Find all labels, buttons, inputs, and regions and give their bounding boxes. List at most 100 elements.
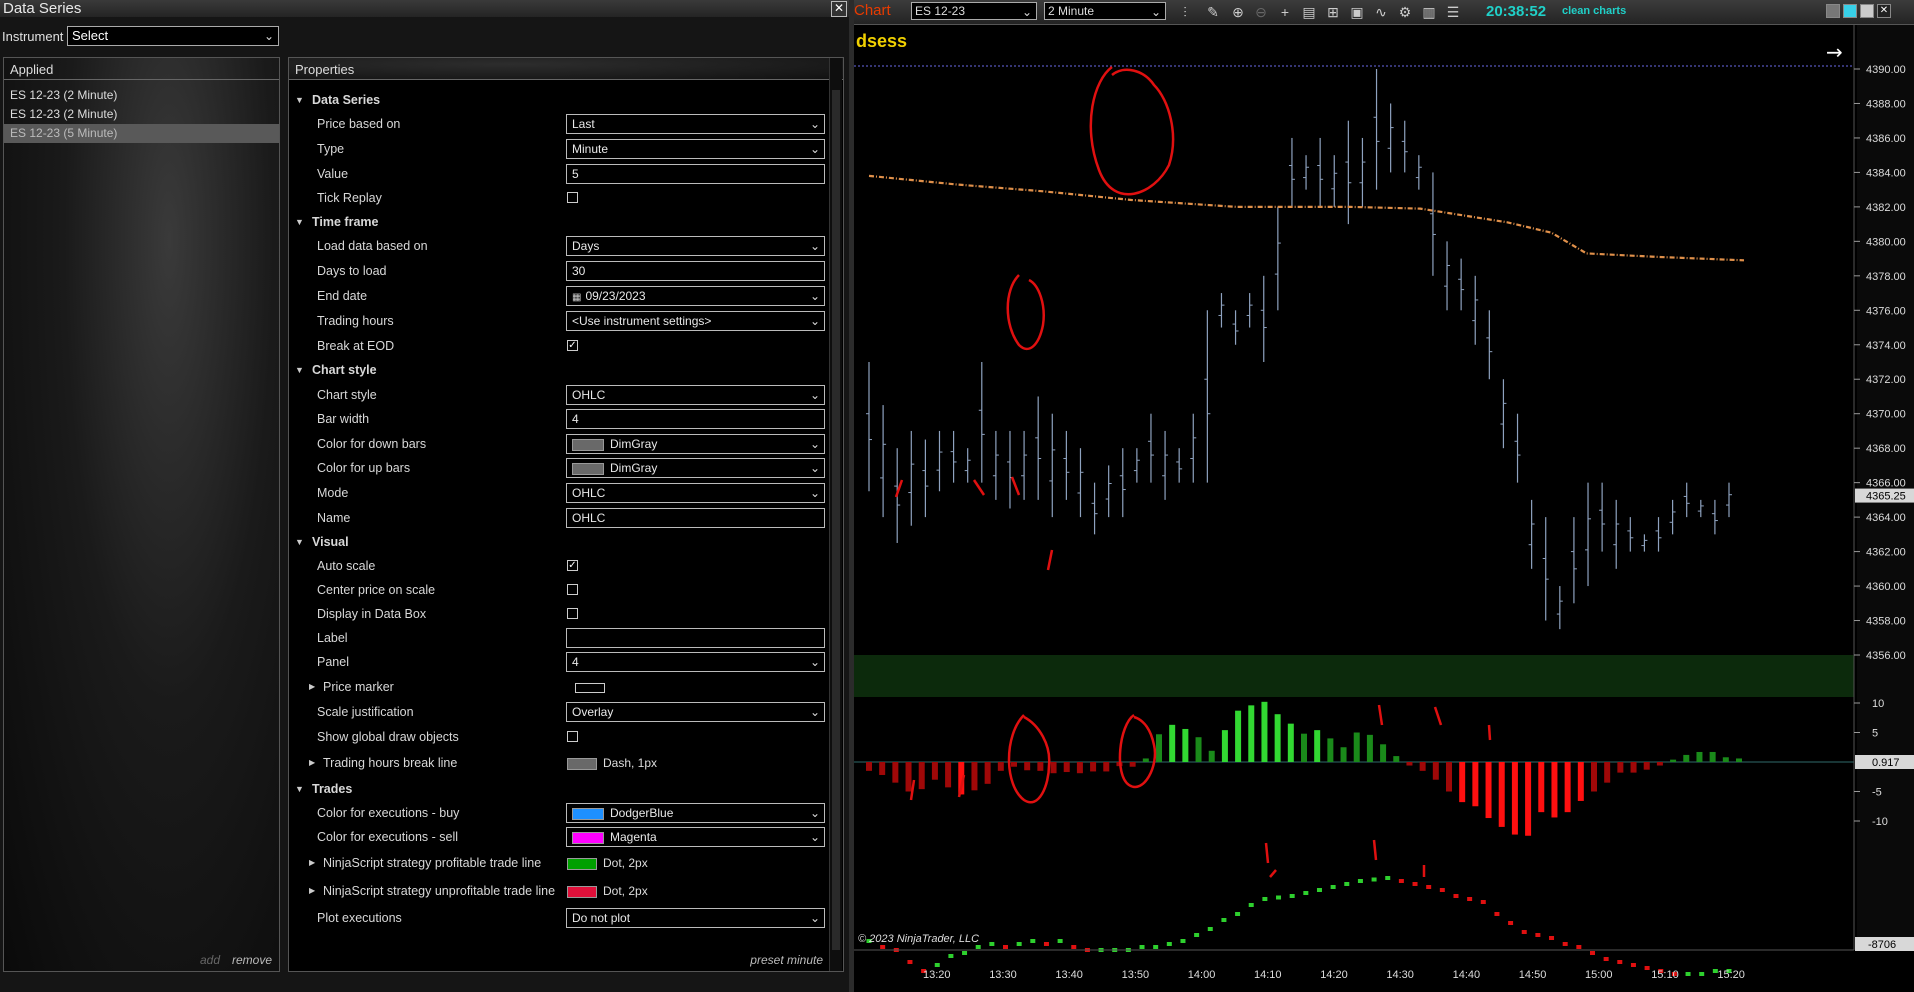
scale-justification-select[interactable]: Overlay ⌄	[566, 702, 825, 722]
load-data-select[interactable]: Days ⌄	[566, 236, 825, 256]
oscillator-bar	[1156, 734, 1162, 762]
crosshair-icon[interactable]: +	[1276, 3, 1294, 21]
delta-bar	[962, 951, 968, 955]
global-draw-checkbox[interactable]	[567, 731, 578, 742]
down-bars-color-select[interactable]: DimGray ⌄	[566, 434, 825, 454]
applied-item[interactable]: ES 12-23 (2 Minute)	[4, 86, 279, 105]
data-box-icon[interactable]: ▣	[1348, 3, 1366, 21]
bars-type-icon[interactable]: ⫶	[1176, 3, 1194, 21]
delta-bar	[1412, 882, 1418, 886]
applied-item[interactable]: ES 12-23 (2 Minute)	[4, 105, 279, 124]
auto-scale-checkbox[interactable]: ✓	[567, 560, 578, 571]
label-input[interactable]	[566, 628, 825, 648]
expand-icon[interactable]: ▶	[309, 886, 315, 895]
prop-label: Color for executions - sell	[317, 830, 459, 844]
mode-select[interactable]: OHLC ⌄	[566, 483, 825, 503]
prop-exec-sell-color: Color for executions - sell Magenta ⌄	[289, 826, 831, 848]
expand-icon[interactable]: ▶	[309, 858, 315, 867]
zoom-out-icon[interactable]: ⊖	[1252, 3, 1270, 21]
pencil-icon[interactable]: ✎	[1204, 3, 1222, 21]
applied-item-selected[interactable]: ES 12-23 (5 Minute)	[4, 124, 279, 143]
prop-label: Name	[317, 511, 351, 525]
price-tick-label: 4388.00	[1866, 98, 1906, 110]
oscillator-bar	[1564, 762, 1571, 813]
color-swatch	[572, 438, 604, 451]
name-input[interactable]: OHLC	[566, 508, 825, 528]
remove-button[interactable]: remove	[232, 953, 272, 967]
expand-icon[interactable]: ▶	[309, 758, 315, 767]
properties-icon[interactable]: ▤	[1300, 3, 1318, 21]
minimize-icon[interactable]	[1826, 4, 1840, 18]
category-data-series[interactable]: ▼ Data Series	[289, 89, 831, 111]
interval-value: 2 Minute	[1048, 4, 1095, 18]
category-time-frame[interactable]: ▼ Time frame	[289, 211, 831, 233]
up-bars-color-select[interactable]: DimGray ⌄	[566, 458, 825, 478]
oscillator-bar	[1182, 728, 1189, 762]
category-trades[interactable]: ▼ Trades	[289, 778, 831, 800]
value-input[interactable]: 5	[566, 164, 825, 184]
prop-days-to-load: Days to load 30	[289, 260, 831, 282]
prop-trading-hours-break-line: ▶ Trading hours break line Dash, 1px	[289, 752, 831, 774]
arrow-right-icon: →	[1826, 40, 1843, 64]
preset-button[interactable]: preset minute	[750, 953, 823, 967]
exec-sell-color-select[interactable]: Magenta ⌄	[566, 827, 825, 847]
close-icon[interactable]: ✕	[1877, 4, 1891, 18]
chart-style-select[interactable]: OHLC ⌄	[566, 385, 825, 405]
panel-select[interactable]: 4 ⌄	[566, 652, 825, 672]
category-visual[interactable]: ▼ Visual	[289, 531, 831, 553]
oscillator-bar	[1446, 762, 1452, 792]
add-button[interactable]: add	[200, 953, 220, 967]
profit-line-value[interactable]: Dot, 2px	[567, 856, 648, 870]
price-tick-label: 4368.00	[1866, 443, 1906, 455]
break-line-value[interactable]: Dash, 1px	[567, 756, 657, 770]
prop-auto-scale: Auto scale ✓	[289, 555, 831, 577]
trading-hours-select[interactable]: <Use instrument settings> ⌄	[566, 311, 825, 331]
time-tick-label: 14:30	[1386, 969, 1414, 981]
type-select[interactable]: Minute ⌄	[566, 139, 825, 159]
delta-bar	[975, 945, 981, 949]
chart-plot[interactable]: 4390.00 4388.00 4386.00 4384.00 4382.00 4380.…	[854, 25, 1914, 992]
indicators-icon[interactable]: ∿	[1372, 3, 1390, 21]
lock-icon[interactable]: ▥	[1420, 3, 1438, 21]
interval-selector[interactable]: 2 Minute ⌄	[1044, 2, 1166, 20]
oscillator-bar	[905, 762, 912, 792]
zoom-in-icon[interactable]: ⊕	[1229, 3, 1247, 21]
color-swatch	[572, 462, 604, 475]
price-marker-swatch[interactable]	[575, 683, 605, 693]
templates-icon[interactable]: ⊞	[1324, 3, 1342, 21]
prop-label: Color for executions - buy	[317, 806, 460, 820]
prop-label: Panel	[317, 655, 349, 669]
oscillator-bar	[1011, 762, 1017, 767]
osc-tick-label: -10	[1872, 816, 1888, 828]
expand-icon[interactable]: ▶	[309, 682, 315, 691]
chevron-down-icon: ⌄	[809, 486, 820, 500]
plot-exec-select[interactable]: Do not plot ⌄	[566, 908, 825, 928]
center-price-checkbox[interactable]	[567, 584, 578, 595]
close-icon[interactable]: ✕	[831, 1, 847, 17]
prop-label: Bar width	[317, 412, 370, 426]
bar-width-input[interactable]: 4	[566, 409, 825, 429]
prop-label: Trading hours	[317, 314, 394, 328]
oscillator-bar	[1498, 762, 1505, 827]
break-eod-checkbox[interactable]: ✓	[567, 340, 578, 351]
unprofit-line-value[interactable]: Dot, 2px	[567, 884, 648, 898]
instrument-selector[interactable]: ES 12-23 ⌄	[911, 2, 1037, 20]
maximize-icon[interactable]	[1860, 4, 1874, 18]
tick-replay-checkbox[interactable]	[567, 192, 578, 203]
collapse-icon: ▼	[295, 217, 304, 227]
price-based-on-select[interactable]: Last ⌄	[566, 114, 825, 134]
oscillator-bar	[1169, 724, 1176, 762]
oscillator-bar	[945, 762, 952, 788]
select-value: DimGray	[610, 437, 658, 451]
prop-label: Display in Data Box	[317, 607, 427, 621]
restore-icon[interactable]	[1843, 4, 1857, 18]
data-box-checkbox[interactable]	[567, 608, 578, 619]
exec-buy-color-select[interactable]: DodgerBlue ⌄	[566, 803, 825, 823]
days-to-load-input[interactable]: 30	[566, 261, 825, 281]
price-tick-label: 4374.00	[1866, 340, 1906, 352]
end-date-picker[interactable]: ▦ 09/23/2023 ⌄	[566, 286, 825, 306]
strategies-icon[interactable]: ⚙	[1396, 3, 1414, 21]
category-chart-style[interactable]: ▼ Chart style	[289, 359, 831, 381]
list-icon[interactable]: ☰	[1444, 3, 1462, 21]
instrument-select[interactable]: Select ⌄	[67, 26, 279, 46]
